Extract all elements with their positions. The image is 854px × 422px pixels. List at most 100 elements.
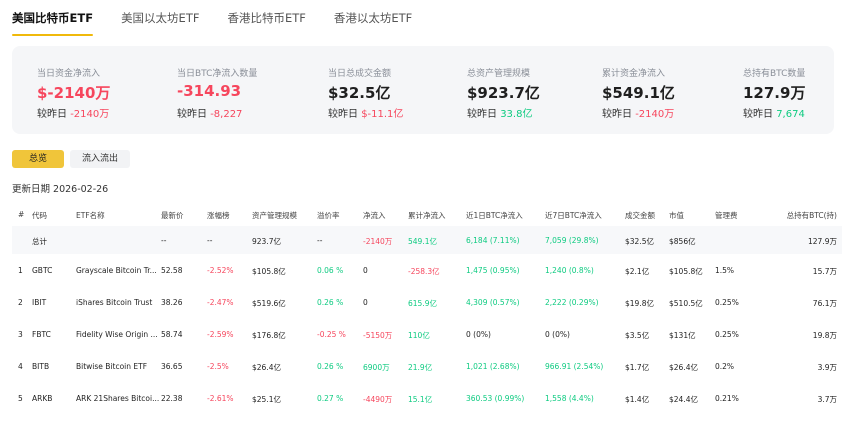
cell-code: IBIT (32, 298, 47, 307)
cell-change: -2.52% (207, 266, 234, 275)
cell-market-cap: $24.4亿 (669, 395, 698, 404)
cell-change: -2.47% (207, 298, 234, 307)
stat-value: $549.1亿 (602, 84, 675, 102)
cell-market-cap: $26.4亿 (669, 363, 698, 372)
cell-btc-holdings: 19.8万 (812, 331, 837, 340)
stat-value: $-2140万 (37, 84, 111, 102)
stat-label: 总持有BTC数量 (743, 69, 806, 79)
cell-price: -- (161, 236, 167, 245)
cell-btc-7d-inflow: 1,558 (4.4%) (545, 394, 594, 403)
cell-fee: 1.5% (715, 266, 735, 275)
compare-label: 较昨日 (37, 109, 67, 120)
flows-button[interactable]: 流入流出 (70, 150, 130, 168)
tab-us-eth-etf[interactable]: 美国以太坊ETF (121, 8, 199, 36)
cell-net-inflow: 0 (363, 298, 368, 307)
cell-volume: $1.7亿 (625, 363, 650, 372)
cell-volume: $19.8亿 (625, 299, 654, 308)
header-code: 代码 (32, 211, 47, 220)
table-row[interactable]: 1 GBTC Grayscale Bitcoin Tr... 52.58 -2.52% $… (12, 254, 842, 286)
cell-etf-name: Bitwise Bitcoin ETF (76, 362, 148, 371)
tab-hk-eth-etf[interactable]: 香港以太坊ETF (334, 8, 412, 36)
cell-volume: $32.5亿 (625, 237, 654, 246)
cell-price: 36.65 (161, 362, 183, 371)
cell-cumulative-inflow: 549.1亿 (408, 237, 437, 246)
cell-net-inflow: -2140万 (363, 237, 393, 246)
cell-btc-holdings: 3.7万 (817, 395, 837, 404)
cell-btc-1d-inflow: 4,309 (0.57%) (466, 298, 520, 307)
cell-fee: 0.25% (715, 330, 739, 339)
cell-net-inflow: -4490万 (363, 395, 393, 404)
cell-btc-holdings: 76.1万 (812, 299, 837, 308)
stat-label: 累计资金净流入 (602, 69, 666, 79)
cell-aum: 923.7亿 (252, 237, 281, 246)
stat-value: $32.5亿 (328, 84, 391, 102)
etf-table: # 代码 ETF名称 最新价 涨幅榜 资产管理规模 溢价率 净流入 累计净流入 近1日BTC净流入… (12, 204, 842, 414)
cell-rank: 2 (18, 298, 23, 307)
cell-change: -2.59% (207, 330, 234, 339)
table-total-row: 总计 -- -- 923.7亿 -- -2140万 549.1亿 6,184 (7.11%) 7… (12, 226, 842, 254)
cell-btc-1d-inflow: 360.53 (0.99%) (466, 394, 525, 403)
cell-price: 38.26 (161, 298, 183, 307)
cell-btc-7d-inflow: 0 (0%) (545, 330, 570, 339)
compare-label: 较昨日 (328, 109, 358, 120)
cell-code: FBTC (32, 330, 51, 339)
cell-net-inflow: 0 (363, 266, 368, 275)
cell-fee: 0.21% (715, 394, 739, 403)
summary-panel: 当日资金净流入 $-2140万 较昨日 -2140万 当日BTC净流入数量 -3… (12, 46, 834, 134)
cell-btc-7d-inflow: 1,240 (0.8%) (545, 266, 594, 275)
header-aum: 资产管理规模 (252, 211, 297, 220)
header-premium: 溢价率 (317, 211, 340, 220)
compare-label: 较昨日 (177, 109, 207, 120)
etf-tabs: 美国比特币ETF 美国以太坊ETF 香港比特币ETF 香港以太坊ETF (12, 8, 412, 36)
header-fee: 管理费 (715, 211, 738, 220)
tab-hk-btc-etf[interactable]: 香港比特币ETF (227, 8, 305, 36)
header-market-cap: 市值 (669, 211, 684, 220)
cell-volume: $3.5亿 (625, 331, 650, 340)
cell-price: 22.38 (161, 394, 183, 403)
cell-cumulative-inflow: 21.9亿 (408, 363, 433, 372)
cell-etf-name: Fidelity Wise Origin ... (76, 330, 158, 339)
cell-btc-1d-inflow: 1,021 (2.68%) (466, 362, 520, 371)
table-header: # 代码 ETF名称 最新价 涨幅榜 资产管理规模 溢价率 净流入 累计净流入 近1日BTC净流入… (12, 204, 842, 226)
table-row[interactable]: 2 IBIT iShares Bitcoin Trust 38.26 -2.47% $51… (12, 286, 842, 318)
cell-premium: -- (317, 236, 323, 245)
cell-market-cap: $510.5亿 (669, 299, 703, 308)
update-date: 更新日期 2026-02-26 (12, 184, 109, 195)
compare-value: 33.8亿 (500, 109, 533, 120)
cell-aum: $176.8亿 (252, 331, 286, 340)
table-row[interactable]: 5 ARKB ARK 21Shares Bitcoi... 22.38 -2.61% $2… (12, 382, 842, 414)
cell-net-inflow: -5150万 (363, 331, 393, 340)
cell-btc-7d-inflow: 966.91 (2.54%) (545, 362, 604, 371)
stat-label: 当日BTC净流入数量 (177, 69, 258, 79)
header-volume: 成交金额 (625, 211, 655, 220)
cell-volume: $1.4亿 (625, 395, 650, 404)
cell-etf-name: Grayscale Bitcoin Tr... (76, 266, 157, 275)
stat-value: $923.7亿 (467, 84, 540, 102)
stat-compare: 较昨日 -2140万 (37, 105, 109, 120)
overview-button[interactable]: 总览 (12, 150, 64, 168)
table-row[interactable]: 4 BITB Bitwise Bitcoin ETF 36.65 -2.5% $26.4亿… (12, 350, 842, 382)
cell-rank: 5 (18, 394, 23, 403)
header-btc-1d-inflow: 近1日BTC净流入 (466, 211, 523, 220)
header-btc-7d-inflow: 近7日BTC净流入 (545, 211, 602, 220)
stat-label: 总资产管理规模 (467, 69, 531, 79)
header-change: 涨幅榜 (207, 211, 230, 220)
cell-volume: $2.1亿 (625, 267, 650, 276)
compare-label: 较昨日 (743, 109, 773, 120)
cell-btc-1d-inflow: 0 (0%) (466, 330, 491, 339)
cell-premium: 0.06 % (317, 266, 344, 275)
table-row[interactable]: 3 FBTC Fidelity Wise Origin ... 58.74 -2.59%… (12, 318, 842, 350)
header-cumulative-inflow: 累计净流入 (408, 211, 446, 220)
header-etf-name: ETF名称 (76, 211, 105, 220)
cell-aum: $25.1亿 (252, 395, 281, 404)
cell-market-cap: $105.8亿 (669, 267, 703, 276)
cell-cumulative-inflow: -258.3亿 (408, 267, 440, 276)
header-rank: # (18, 210, 25, 219)
cell-btc-holdings: 3.9万 (817, 363, 837, 372)
cell-fee: 0.2% (715, 362, 735, 371)
cell-code: BITB (32, 362, 50, 371)
cell-btc-holdings: 127.9万 (808, 237, 837, 246)
tab-us-btc-etf[interactable]: 美国比特币ETF (12, 8, 94, 36)
cell-change: -- (207, 236, 213, 245)
cell-btc-7d-inflow: 7,059 (29.8%) (545, 236, 599, 245)
